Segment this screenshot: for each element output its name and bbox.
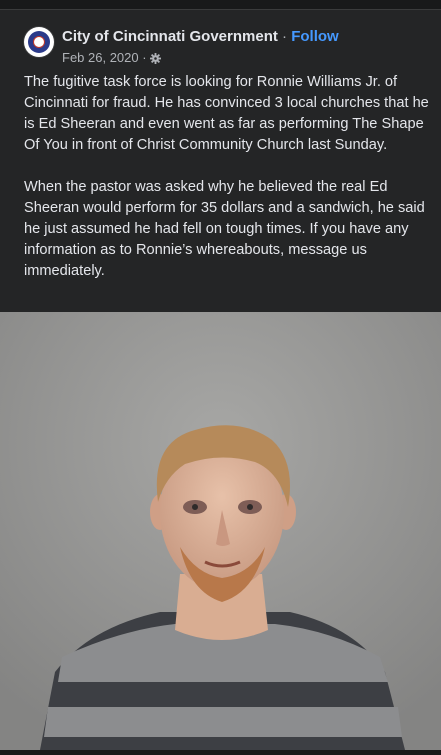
post-date[interactable]: Feb 26, 2020: [62, 50, 139, 65]
page-name-line: City of Cincinnati Government · Follow: [62, 28, 339, 45]
page-avatar[interactable]: [24, 27, 54, 57]
post-text: The fugitive task force is looking for R…: [24, 72, 429, 282]
city-seal-icon: [28, 31, 50, 53]
post-meta: Feb 26, 2020 ·: [62, 50, 162, 67]
gear-icon[interactable]: [150, 52, 162, 67]
name-separator: ·: [282, 28, 288, 45]
date-separator: ·: [142, 50, 147, 65]
post-paragraph: When the pastor was asked why he believe…: [24, 179, 425, 279]
mugshot-illustration: [0, 312, 441, 750]
facebook-post: City of Cincinnati Government · Follow F…: [0, 0, 441, 750]
page-name[interactable]: City of Cincinnati Government: [62, 28, 278, 45]
post-top-border: [0, 0, 441, 10]
post-paragraph: The fugitive task force is looking for R…: [24, 74, 429, 153]
follow-button[interactable]: Follow: [291, 28, 339, 45]
post-photo[interactable]: [0, 312, 441, 750]
post-header: City of Cincinnati Government · Follow F…: [24, 27, 429, 71]
